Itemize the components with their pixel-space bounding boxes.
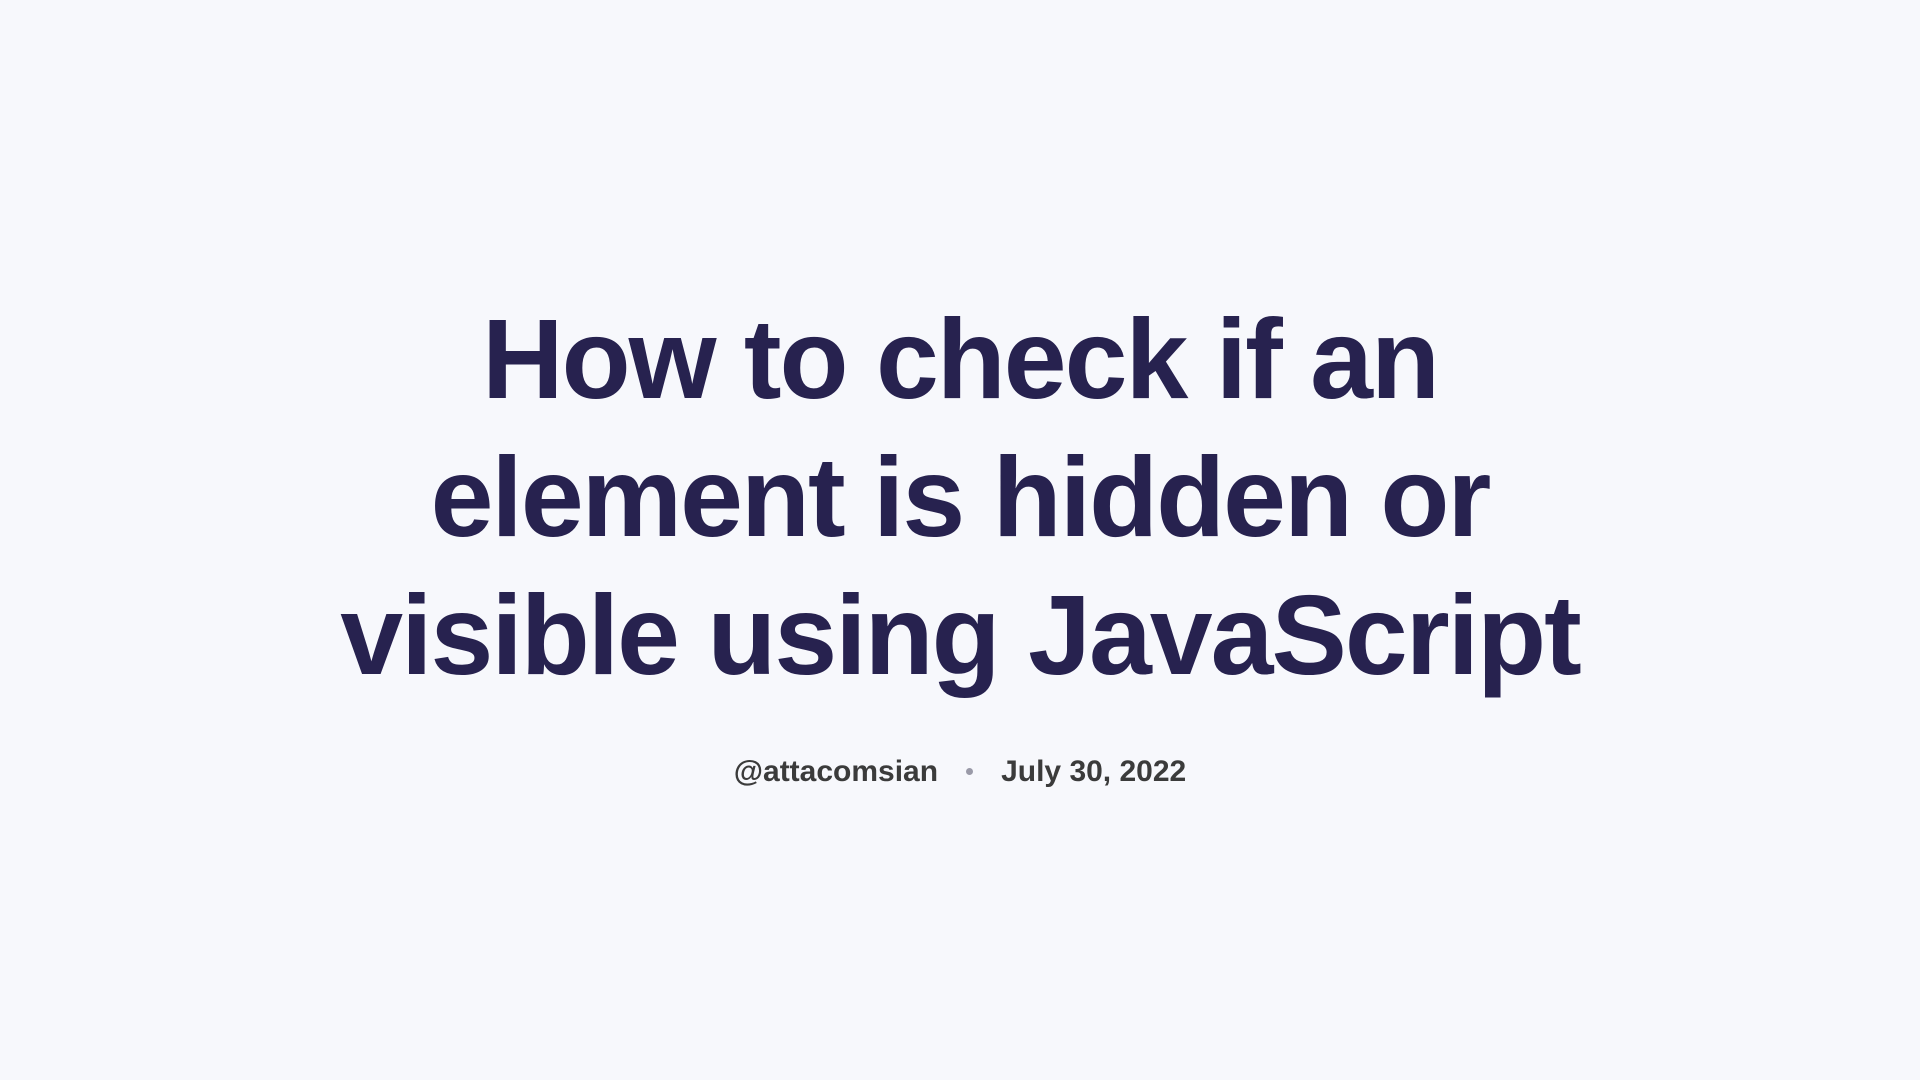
author-handle[interactable]: @attacomsian [734, 755, 938, 789]
article-meta: @attacomsian July 30, 2022 [300, 755, 1620, 789]
article-header: How to check if an element is hidden or … [260, 291, 1660, 789]
publish-date: July 30, 2022 [1001, 755, 1186, 789]
bullet-separator-icon [966, 768, 973, 775]
article-title: How to check if an element is hidden or … [300, 291, 1620, 705]
